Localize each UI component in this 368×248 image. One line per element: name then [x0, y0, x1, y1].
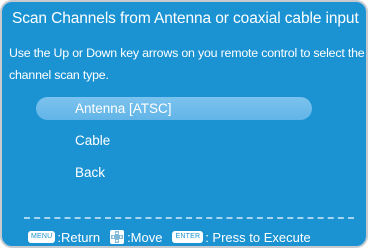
menu-key-icon: MENU — [28, 231, 56, 243]
option-cable[interactable]: Cable — [36, 129, 312, 152]
divider — [24, 217, 354, 219]
dpad-icon — [110, 230, 125, 244]
option-back[interactable]: Back — [36, 161, 312, 184]
execute-label: : Press to Execute — [205, 229, 311, 245]
scan-type-list: Antenna [ATSC] Cable Back — [36, 97, 312, 193]
instruction-text: Use the Up or Down key arrows on you rem… — [9, 46, 365, 82]
return-label: :Return — [57, 229, 101, 245]
enter-key-icon: ENTER — [172, 231, 204, 243]
scan-channels-dialog: Scan Channels from Antenna or coaxial ca… — [0, 0, 368, 248]
option-antenna-atsc[interactable]: Antenna [ATSC] — [36, 97, 312, 120]
move-label: :Move — [127, 229, 163, 245]
footer-help: MENU :Return :Move ENTER : Press to Exec… — [28, 229, 311, 245]
dialog-title: Scan Channels from Antenna or coaxial ca… — [12, 10, 359, 27]
